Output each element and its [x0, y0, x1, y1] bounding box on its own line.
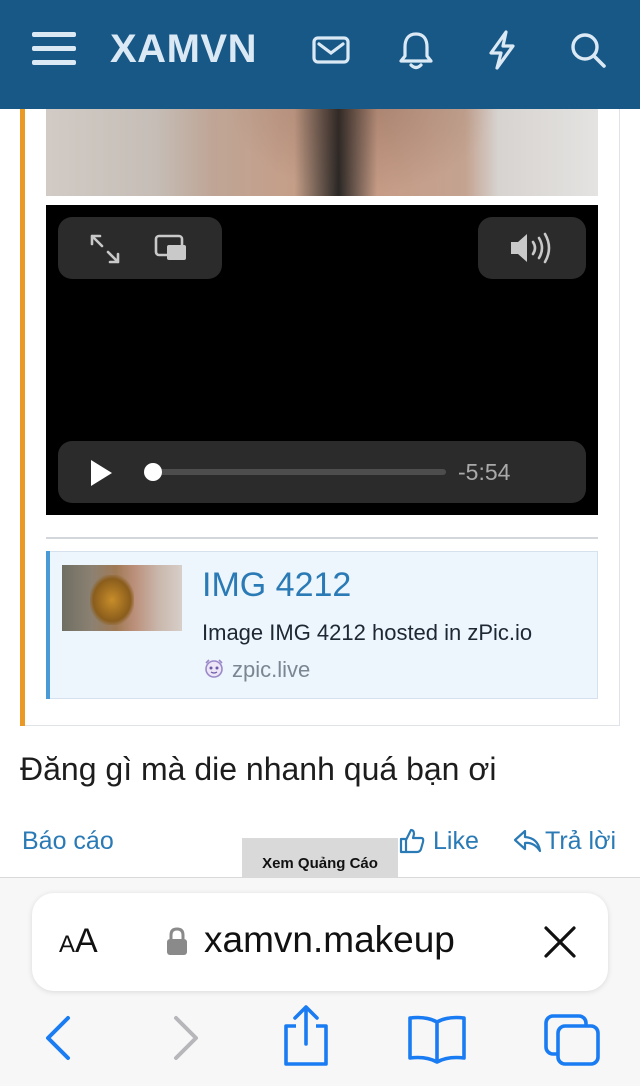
video-progress-knob[interactable]	[144, 463, 162, 481]
bookmarks-icon[interactable]	[406, 1014, 468, 1066]
forward-icon[interactable]	[170, 1010, 204, 1066]
zpic-favicon-icon	[203, 658, 225, 680]
post-image[interactable]	[46, 100, 598, 196]
like-button[interactable]: Like	[433, 827, 479, 856]
bolt-icon[interactable]	[482, 28, 522, 72]
menu-icon[interactable]	[32, 30, 76, 68]
post-message: Đăng gì mà die nhanh quá bạn ơi	[20, 751, 497, 787]
page: XAMVN -5:54 IMG 4212 Image IMG 4212 host…	[0, 0, 640, 1086]
text-size-button[interactable]: AA	[59, 922, 98, 961]
divider	[46, 537, 598, 539]
play-icon[interactable]	[88, 458, 114, 488]
video-top-controls	[58, 217, 222, 279]
envelope-icon[interactable]	[311, 28, 351, 72]
share-icon[interactable]	[282, 1004, 330, 1068]
video-time-remaining: -5:54	[458, 459, 511, 485]
embed-description: Image IMG 4212 hosted in zPic.io	[202, 620, 533, 645]
picture-in-picture-icon[interactable]	[154, 233, 188, 263]
embed-site: zpic.live	[232, 657, 311, 682]
site-logo[interactable]: XAMVN	[110, 27, 257, 72]
report-link[interactable]: Báo cáo	[22, 827, 114, 856]
bell-icon[interactable]	[396, 28, 436, 72]
embed-title[interactable]: IMG 4212	[202, 566, 351, 605]
ad-tab[interactable]: Xem Quảng Cáo	[242, 838, 398, 878]
url-text[interactable]: xamvn.makeup	[204, 919, 455, 961]
volume-icon[interactable]	[508, 231, 556, 265]
reply-icon[interactable]	[512, 827, 542, 855]
close-icon[interactable]	[540, 922, 580, 962]
lock-icon	[165, 925, 189, 959]
embed-thumbnail[interactable]	[62, 565, 182, 631]
reply-button[interactable]: Trả lời	[545, 827, 616, 856]
search-icon[interactable]	[568, 28, 608, 72]
tabs-icon[interactable]	[542, 1012, 604, 1068]
back-icon[interactable]	[40, 1010, 74, 1066]
site-header: XAMVN	[0, 0, 640, 109]
thumbs-up-icon[interactable]	[398, 827, 426, 855]
fullscreen-icon[interactable]	[88, 232, 122, 266]
video-progress-track[interactable]	[153, 469, 446, 475]
post-accent-bar	[20, 100, 25, 726]
